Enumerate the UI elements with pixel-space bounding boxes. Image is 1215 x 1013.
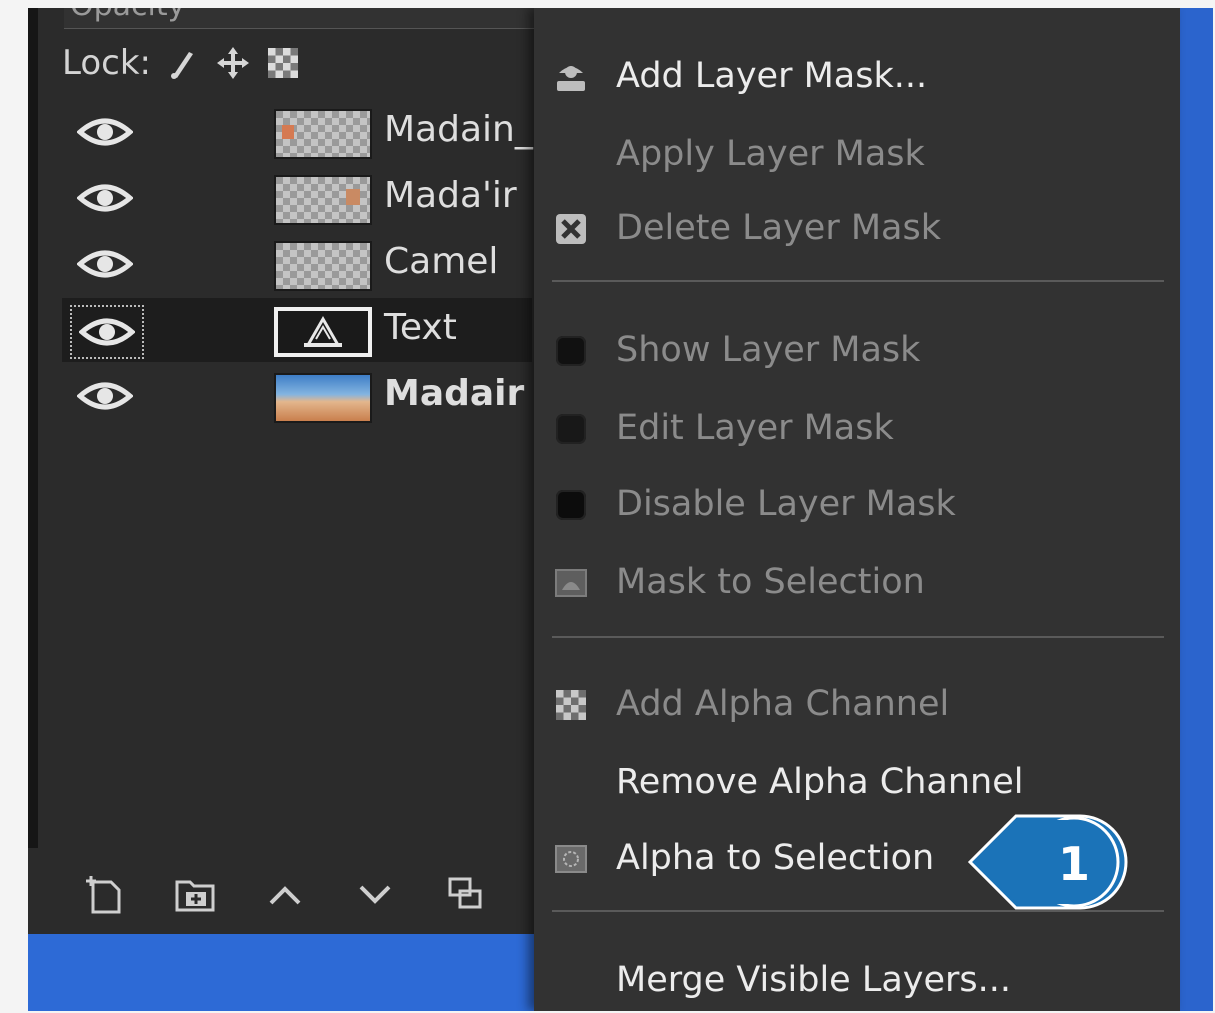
- mask-selection-icon: [552, 564, 590, 602]
- layer-mask-icon: [552, 58, 590, 96]
- lock-label: Lock:: [62, 43, 151, 83]
- delete-icon: [552, 210, 590, 248]
- move-icon[interactable]: [215, 45, 251, 81]
- layer-thumbnail: [274, 373, 372, 423]
- menu-separator: [552, 636, 1164, 638]
- layer-thumbnail: [274, 109, 372, 159]
- alpha-selection-icon: [552, 840, 590, 878]
- layers-panel: Opacity Lock:: [28, 8, 568, 1011]
- layer-row-selected[interactable]: Text: [62, 298, 532, 362]
- menu-item-merge-visible-layers[interactable]: Merge Visible Layers...: [534, 948, 1180, 1011]
- layer-name[interactable]: Text: [384, 307, 457, 348]
- menu-item-delete-layer-mask[interactable]: Delete Layer Mask: [534, 196, 1180, 260]
- new-layer-group-icon[interactable]: [170, 866, 220, 922]
- status-bar: [28, 934, 568, 1011]
- menu-item-label: Alpha to Selection: [616, 838, 935, 878]
- lock-row: Lock:: [62, 38, 301, 88]
- eye-icon[interactable]: [70, 371, 140, 421]
- eye-icon[interactable]: [70, 305, 144, 359]
- menu-item-remove-alpha-channel[interactable]: Remove Alpha Channel: [534, 750, 1180, 814]
- menu-item-label: Add Layer Mask...: [616, 56, 928, 96]
- menu-item-label: Add Alpha Channel: [616, 684, 950, 724]
- new-layer-icon[interactable]: [80, 866, 130, 922]
- layer-row[interactable]: Madain_: [62, 100, 533, 164]
- menu-item-label: Delete Layer Mask: [616, 208, 941, 248]
- menu-item-label: Remove Alpha Channel: [616, 762, 1024, 802]
- duplicate-layer-icon[interactable]: [440, 866, 490, 922]
- menu-item-label: Mask to Selection: [616, 562, 925, 602]
- layer-row[interactable]: Camel: [62, 232, 532, 296]
- menu-item-add-alpha-channel[interactable]: Add Alpha Channel: [534, 672, 1180, 736]
- raise-layer-icon[interactable]: [260, 866, 310, 922]
- layer-name[interactable]: Madair: [384, 373, 524, 414]
- eye-icon[interactable]: [70, 239, 140, 289]
- layer-name[interactable]: Camel: [384, 241, 498, 282]
- canvas-edge: [1180, 8, 1213, 1011]
- menu-item-label: Show Layer Mask: [616, 330, 921, 370]
- checkbox-icon: [552, 332, 590, 370]
- layer-thumbnail: [274, 175, 372, 225]
- paintbrush-icon[interactable]: [165, 45, 201, 81]
- step-number: 1: [1057, 837, 1090, 891]
- checkbox-icon: [552, 410, 590, 448]
- menu-item-label: Merge Visible Layers...: [616, 960, 1012, 1000]
- layer-name[interactable]: Mada'ir: [384, 175, 517, 216]
- menu-item-edit-layer-mask[interactable]: Edit Layer Mask: [534, 396, 1180, 460]
- menu-item-show-layer-mask[interactable]: Show Layer Mask: [534, 318, 1180, 382]
- menu-item-label: Edit Layer Mask: [616, 408, 894, 448]
- menu-item-disable-layer-mask[interactable]: Disable Layer Mask: [534, 472, 1180, 536]
- text-layer-thumbnail: [274, 307, 372, 357]
- menu-item-add-layer-mask[interactable]: Add Layer Mask...: [534, 44, 1180, 108]
- eye-icon[interactable]: [70, 173, 140, 223]
- layer-thumbnail: [274, 241, 372, 291]
- lower-layer-icon[interactable]: [350, 866, 400, 922]
- menu-separator: [552, 280, 1164, 282]
- menu-item-label: Apply Layer Mask: [616, 134, 925, 174]
- alpha-checker-icon: [552, 686, 590, 724]
- layer-row[interactable]: Madair: [62, 364, 532, 428]
- alpha-checker-icon[interactable]: [265, 45, 301, 81]
- opacity-field[interactable]: Opacity: [64, 8, 554, 29]
- menu-item-apply-layer-mask[interactable]: Apply Layer Mask: [534, 122, 1180, 186]
- menu-item-mask-to-selection[interactable]: Mask to Selection: [534, 550, 1180, 614]
- checkbox-icon: [552, 486, 590, 524]
- layer-row[interactable]: Mada'ir: [62, 166, 532, 230]
- layer-name[interactable]: Madain_: [384, 109, 533, 150]
- eye-icon[interactable]: [70, 107, 140, 157]
- opacity-label: Opacity: [70, 8, 185, 23]
- layer-toolbar: [80, 866, 490, 922]
- menu-item-label: Disable Layer Mask: [616, 484, 956, 524]
- panel-edge: [28, 8, 38, 848]
